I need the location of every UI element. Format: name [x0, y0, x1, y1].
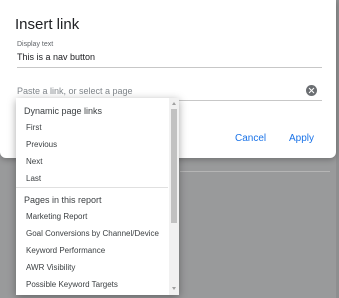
- dropdown-item-page[interactable]: Goal Conversions by Channel/Device: [26, 229, 159, 238]
- pages-header: Pages in this report: [24, 195, 102, 205]
- dropdown-item-page[interactable]: Possible Keyword Targets: [26, 280, 118, 289]
- display-text-input[interactable]: This is a nav button: [17, 52, 322, 68]
- dynamic-links-header: Dynamic page links: [24, 106, 103, 116]
- dropdown-item-next[interactable]: Next: [26, 157, 42, 166]
- scroll-down-arrow-icon[interactable]: [172, 287, 176, 290]
- dropdown-item-last[interactable]: Last: [26, 174, 41, 183]
- apply-button[interactable]: Apply: [289, 133, 314, 144]
- scroll-up-arrow-icon[interactable]: [172, 102, 176, 105]
- dropdown-item-first[interactable]: First: [26, 123, 42, 132]
- clear-icon[interactable]: [306, 85, 317, 96]
- dialog-title: Insert link: [15, 16, 80, 33]
- dropdown-item-page[interactable]: Keyword Performance: [26, 246, 105, 255]
- cancel-button[interactable]: Cancel: [235, 133, 266, 144]
- dropdown-scrollbar-thumb[interactable]: [171, 109, 177, 223]
- page-divider-line: [180, 171, 330, 172]
- display-text-label: Display text: [17, 41, 54, 48]
- dropdown-item-previous[interactable]: Previous: [26, 140, 57, 149]
- dropdown-item-page[interactable]: AWR Visibility: [26, 263, 75, 272]
- page-select-dropdown: Dynamic page links First Previous Next L…: [16, 98, 179, 295]
- dropdown-divider: [16, 187, 168, 188]
- dropdown-item-page[interactable]: Marketing Report: [26, 212, 87, 221]
